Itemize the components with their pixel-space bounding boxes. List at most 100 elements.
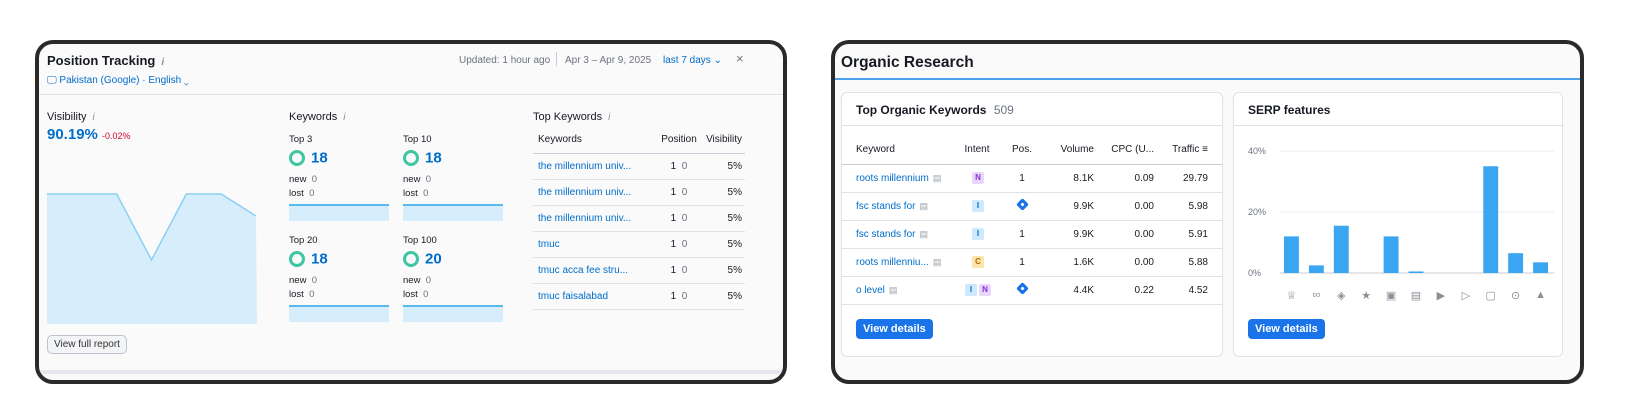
gallery-icon[interactable]: ▤ bbox=[1409, 289, 1423, 302]
info-icon[interactable]: i bbox=[343, 112, 345, 123]
video-icon[interactable]: ▶ bbox=[1434, 289, 1448, 302]
new-count: new 0 bbox=[289, 174, 318, 185]
column-header[interactable]: Keywords bbox=[533, 127, 653, 154]
visibility-cell: 5% bbox=[705, 257, 745, 284]
top-keywords-label: Top Keywords i bbox=[533, 111, 611, 123]
link-icon[interactable]: ∞ bbox=[1309, 289, 1323, 301]
position-tracking-title: Position Tracking i bbox=[47, 53, 165, 68]
intent-badge: I bbox=[972, 200, 984, 212]
table-row: tmuc acca fee stru... 1 0 5% bbox=[533, 257, 745, 284]
table-row: tmuc faisalabad 1 0 5% bbox=[533, 283, 745, 310]
table-row: the millennium univ... 1 0 5% bbox=[533, 153, 745, 180]
view-details-button[interactable]: View details bbox=[1248, 319, 1325, 339]
image-icon[interactable]: ▣ bbox=[1384, 289, 1398, 302]
visibility-cell: 5% bbox=[705, 231, 745, 258]
column-header[interactable]: Volume bbox=[1042, 136, 1094, 165]
top-keywords-table: Keywords Position Visibility the millenn… bbox=[533, 127, 745, 310]
table-row: roots millenniu... ▤ C 1 1.6K 0.00 5.88 bbox=[842, 248, 1222, 277]
keywords-label: Keywords i bbox=[289, 111, 346, 123]
new-count: new 0 bbox=[403, 275, 432, 286]
new-count: new 0 bbox=[403, 174, 432, 185]
keyword-link[interactable]: tmuc acca fee stru... bbox=[533, 257, 653, 284]
chevron-down-icon: ⌄ bbox=[183, 75, 189, 86]
ring-icon bbox=[403, 149, 419, 166]
volume-cell: 9.9K bbox=[1042, 192, 1094, 221]
view-full-report-button[interactable]: View full report bbox=[47, 335, 127, 354]
keyword-link[interactable]: roots millennium bbox=[856, 173, 929, 184]
visibility-cell: 5% bbox=[705, 153, 745, 180]
graduation-icon[interactable]: ▲ bbox=[1534, 289, 1548, 301]
serp-feature-icon bbox=[1015, 282, 1029, 295]
y-tick-label: 20% bbox=[1248, 207, 1266, 217]
serp-bar bbox=[1308, 265, 1324, 273]
lost-count: lost 0 bbox=[403, 289, 429, 300]
keyword-link[interactable]: tmuc bbox=[533, 231, 653, 258]
keyword-link[interactable]: the millennium univ... bbox=[533, 153, 653, 180]
lost-count: lost 0 bbox=[403, 188, 429, 199]
keyword-cell: o level ▤ bbox=[842, 276, 952, 305]
keyword-cell: roots millennium ▤ bbox=[842, 164, 952, 193]
comment-icon[interactable]: ▢ bbox=[1484, 289, 1498, 302]
date-range: Apr 3 – Apr 9, 2025 bbox=[565, 55, 652, 66]
period-dropdown[interactable]: last 7 days ⌄ bbox=[663, 55, 722, 66]
column-header[interactable]: Keyword bbox=[842, 136, 952, 165]
crown-icon[interactable]: ♕ bbox=[1284, 289, 1298, 302]
traffic-cell: 5.88 bbox=[1154, 248, 1222, 277]
keyword-link[interactable]: o level bbox=[856, 285, 885, 296]
table-row: roots millennium ▤ N 1 8.1K 0.09 29.79 bbox=[842, 164, 1222, 193]
sort-icon[interactable]: ≡ bbox=[1202, 144, 1208, 155]
serp-features-panel: SERP features 40% 20% 0% ♕ ∞ ◈ ★ ▣ ▤ ▶ ▷ ▢ ⊙ ▲ View … bbox=[1233, 92, 1564, 357]
close-icon[interactable]: × bbox=[736, 51, 744, 66]
keyword-link[interactable]: fsc stands for bbox=[856, 201, 915, 212]
star-icon[interactable]: ★ bbox=[1359, 289, 1373, 302]
intent-badge: C bbox=[972, 256, 984, 268]
lost-count: lost 0 bbox=[289, 289, 315, 300]
traffic-cell: 5.91 bbox=[1154, 220, 1222, 249]
serp-snapshot-icon[interactable]: ▤ bbox=[933, 173, 942, 184]
organic-research-title: Organic Research bbox=[841, 54, 974, 71]
column-header[interactable]: Traffic ≡ bbox=[1154, 136, 1222, 165]
group-value: 18 bbox=[289, 149, 328, 167]
keyword-link[interactable]: roots millenniu... bbox=[856, 257, 929, 268]
scrollbar[interactable] bbox=[39, 370, 783, 374]
position-cell: 1 0 bbox=[653, 153, 705, 180]
header-divider bbox=[39, 94, 783, 95]
visibility-change: -0.02% bbox=[102, 131, 131, 141]
table-row: fsc stands for ▤ I 9.9K 0.00 5.98 bbox=[842, 192, 1222, 221]
keyword-link[interactable]: the millennium univ... bbox=[533, 179, 653, 206]
column-header[interactable]: Visibility bbox=[705, 127, 745, 154]
location-dropdown[interactable]: 🖵 Pakistan (Google) · English ⌄ bbox=[47, 75, 189, 86]
serp-snapshot-icon[interactable]: ▤ bbox=[889, 285, 898, 296]
column-header[interactable]: Position bbox=[653, 127, 705, 154]
column-header[interactable]: CPC (U... bbox=[1094, 136, 1154, 165]
keyword-link[interactable]: tmuc faisalabad bbox=[533, 283, 653, 310]
panel-divider bbox=[1234, 125, 1564, 126]
column-header[interactable]: Intent bbox=[952, 136, 1002, 165]
group-label: Top 100 bbox=[403, 235, 437, 246]
serp-snapshot-icon[interactable]: ▤ bbox=[919, 201, 928, 212]
volume-cell: 1.6K bbox=[1042, 248, 1094, 277]
info-icon[interactable]: i bbox=[161, 57, 164, 68]
keyword-link[interactable]: fsc stands for bbox=[856, 229, 915, 240]
title-underline bbox=[835, 78, 1580, 80]
play-icon[interactable]: ▷ bbox=[1459, 289, 1473, 302]
visibility-chart bbox=[47, 193, 257, 324]
divider bbox=[556, 52, 557, 66]
ring-icon bbox=[289, 149, 305, 166]
info-icon[interactable]: i bbox=[608, 112, 610, 123]
pin-icon[interactable]: ⊙ bbox=[1509, 289, 1523, 302]
serp-snapshot-icon[interactable]: ▤ bbox=[933, 257, 942, 268]
serp-snapshot-icon[interactable]: ▤ bbox=[919, 229, 928, 240]
info-icon[interactable]: i bbox=[93, 112, 95, 123]
mini-bar bbox=[289, 305, 389, 322]
position-cell: 1 0 bbox=[653, 179, 705, 206]
serp-bar bbox=[1284, 236, 1299, 273]
keyword-link[interactable]: the millennium univ... bbox=[533, 205, 653, 232]
visibility-cell: 5% bbox=[705, 179, 745, 206]
column-header[interactable]: Pos. bbox=[1002, 136, 1042, 165]
view-details-button[interactable]: View details bbox=[856, 319, 933, 339]
visibility-value: 90.19% bbox=[47, 126, 98, 143]
diamond-icon[interactable]: ◈ bbox=[1334, 289, 1348, 302]
keyword-cell: fsc stands for ▤ bbox=[842, 220, 952, 249]
intent-badge: I bbox=[965, 284, 977, 296]
